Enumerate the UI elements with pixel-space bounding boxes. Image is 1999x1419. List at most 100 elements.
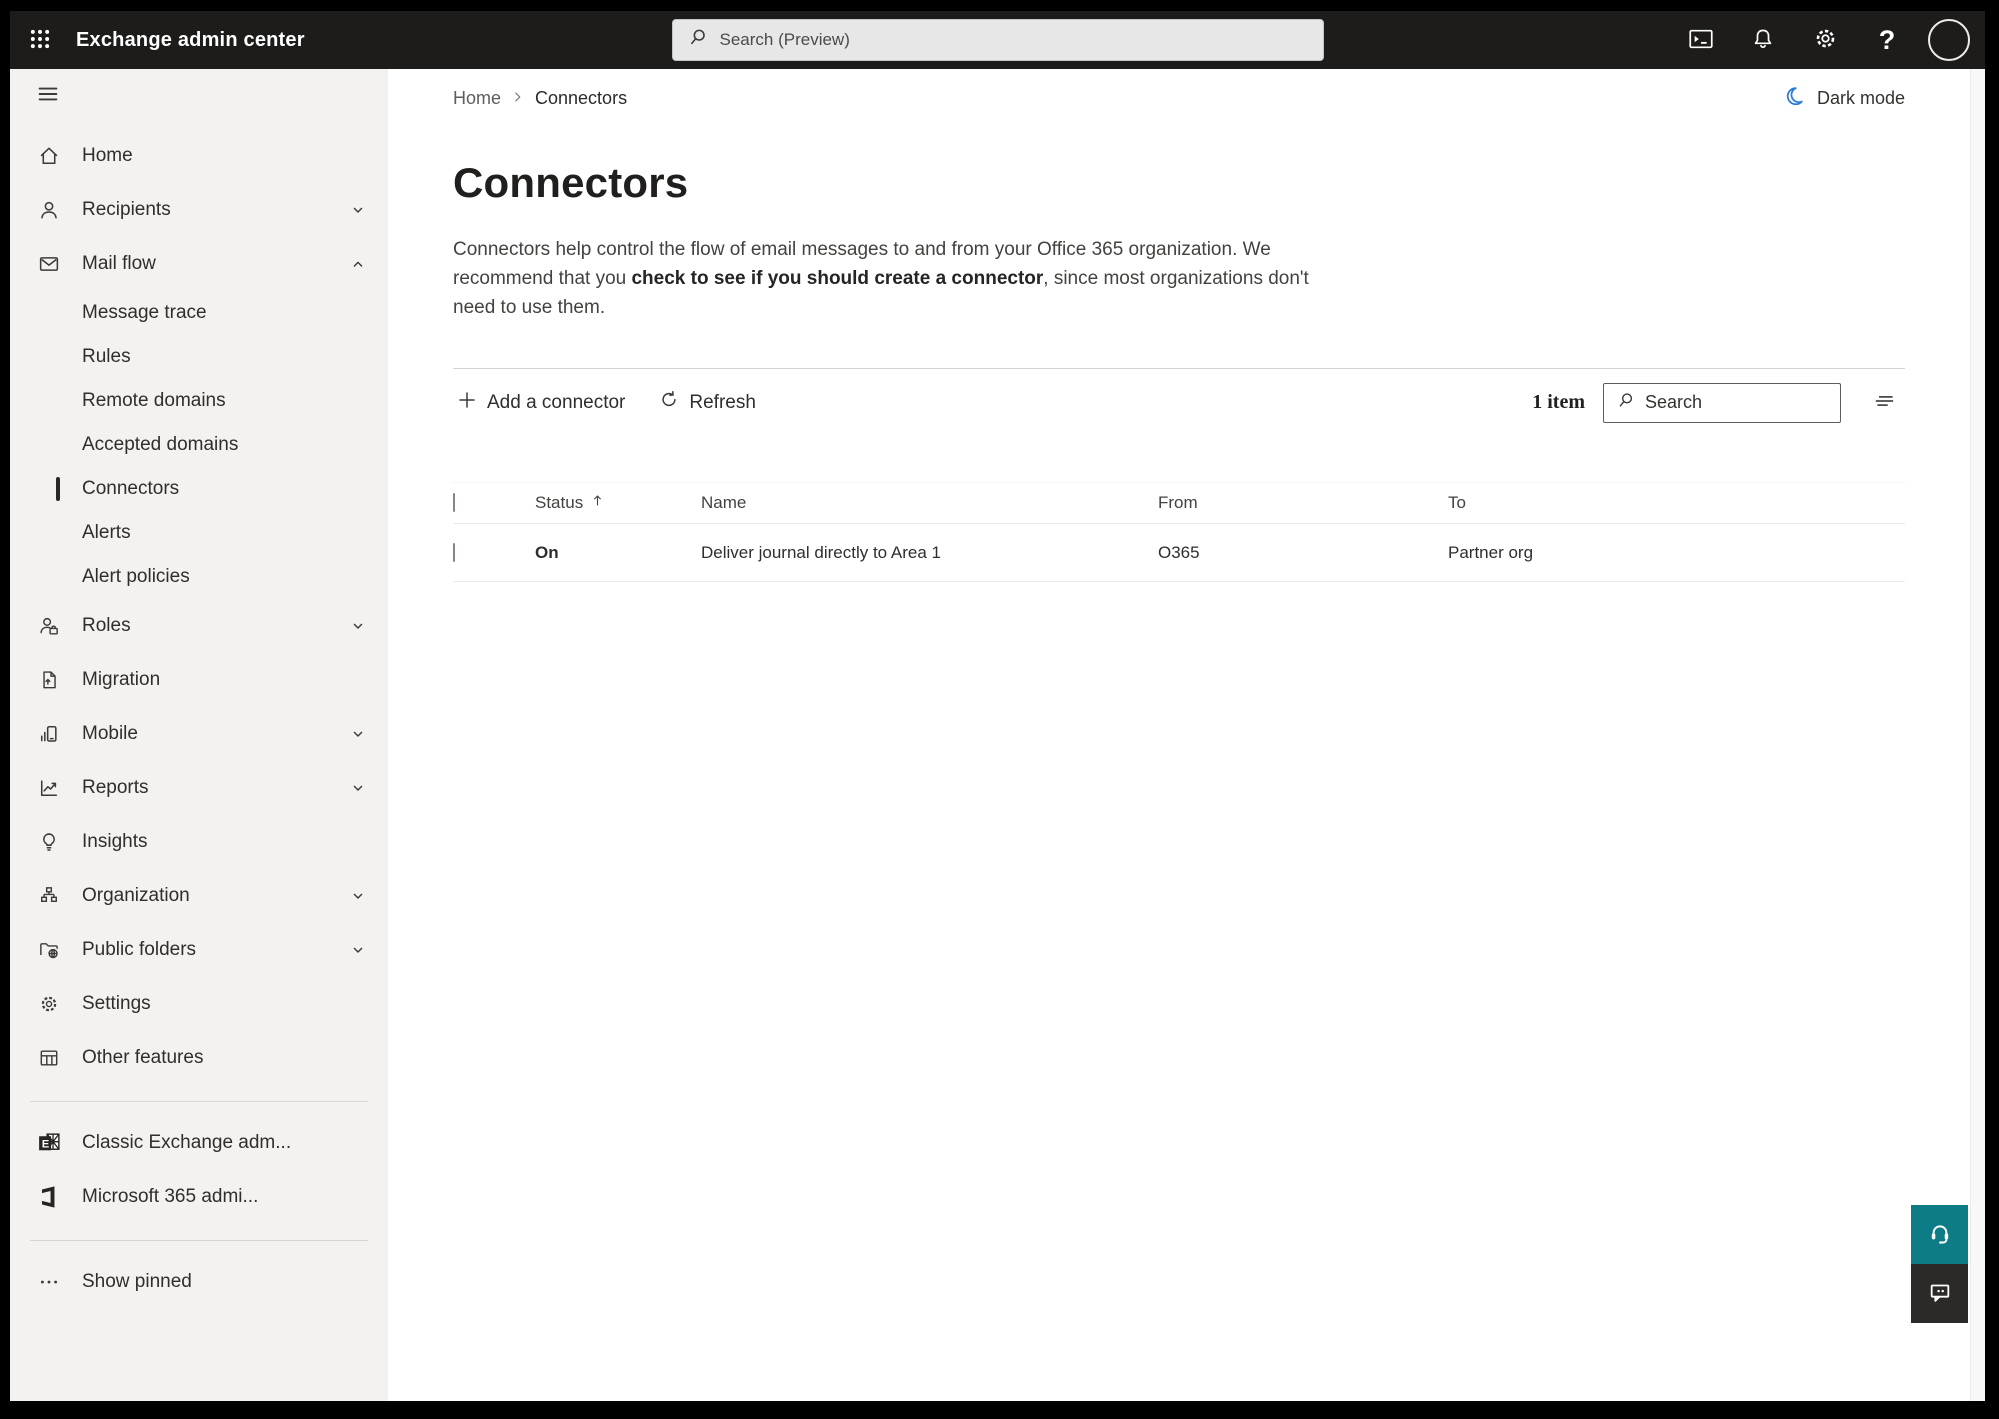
refresh-icon (659, 390, 679, 416)
sidebar-subitem-label: Alert policies (82, 566, 190, 587)
feedback-button[interactable] (1911, 1264, 1968, 1323)
scrollbar[interactable] (1970, 69, 1985, 1401)
global-search-placeholder: Search (Preview) (719, 30, 850, 49)
sidebar-item-mail-flow[interactable]: Mail flow (10, 237, 388, 291)
sidebar-item-organization[interactable]: Organization (10, 869, 388, 923)
column-label: Name (701, 493, 747, 512)
svg-text:E: E (42, 1138, 50, 1150)
list-search-input[interactable]: Search (1603, 382, 1841, 423)
sidebar-item-microsoft-365-admin[interactable]: Microsoft 365 admi... (10, 1170, 388, 1224)
exchange-logo-icon: E (36, 1130, 62, 1156)
chevron-right-icon (511, 88, 525, 109)
notifications-button[interactable] (1737, 16, 1789, 64)
sidebar-item-public-folders[interactable]: Public folders (10, 923, 388, 977)
help-button[interactable]: ? (1861, 16, 1913, 64)
sidebar-item-insights[interactable]: Insights (10, 815, 388, 869)
chevron-up-icon (348, 254, 368, 274)
question-icon: ? (1878, 24, 1896, 55)
sidebar-item-label: Classic Exchange adm... (82, 1132, 292, 1153)
sidebar-item-alert-policies[interactable]: Alert policies (10, 555, 388, 599)
table-row[interactable]: On Deliver journal directly to Area 1 O3… (453, 524, 1905, 582)
sidebar-item-connectors[interactable]: Connectors (10, 467, 388, 511)
sidebar-item-remote-domains[interactable]: Remote domains (10, 379, 388, 423)
headset-icon (1927, 1220, 1953, 1249)
sidebar-subitem-label: Alerts (82, 522, 131, 543)
nav-collapse-button[interactable] (26, 73, 70, 117)
line-chart-icon (38, 777, 60, 799)
sidebar-item-mobile[interactable]: Mobile (10, 707, 388, 761)
cell-to: Partner org (1448, 542, 1534, 562)
sidebar-item-roles[interactable]: Roles (10, 599, 388, 653)
selected-indicator (56, 477, 60, 501)
column-label: Status (535, 493, 584, 512)
table-header-row: Status Name From To (453, 482, 1905, 524)
sidebar-item-label: Settings (82, 993, 151, 1014)
person-icon (38, 199, 60, 221)
home-icon (38, 145, 60, 167)
sidebar-item-label: Reports (82, 777, 149, 798)
column-header-from[interactable]: From (1142, 493, 1432, 513)
sidebar-subitem-label: Accepted domains (82, 434, 239, 455)
document-arrow-icon (38, 669, 60, 691)
sidebar-item-recipients[interactable]: Recipients (10, 183, 388, 237)
list-toolbar: Add a connector Refresh 1 item Search (453, 368, 1905, 426)
gear-icon (38, 993, 60, 1015)
lightbulb-icon (38, 831, 60, 853)
app-launcher-button[interactable] (16, 16, 64, 64)
topbar: Exchange admin center Search (Preview) ? (10, 11, 1985, 69)
account-avatar[interactable] (1923, 16, 1975, 64)
gear-icon (1813, 26, 1838, 54)
toolbar-right: 1 item Search (1532, 382, 1905, 423)
app-title: Exchange admin center (76, 28, 305, 51)
dark-mode-toggle[interactable]: Dark mode (1783, 85, 1905, 112)
ellipsis-icon (38, 1271, 60, 1293)
row-checkbox[interactable] (453, 542, 455, 562)
app-window: Exchange admin center Search (Preview) ?… (10, 11, 1985, 1401)
global-search-input[interactable]: Search (Preview) (671, 19, 1324, 61)
sidebar-subitem-label: Rules (82, 346, 131, 367)
sidebar-item-reports[interactable]: Reports (10, 761, 388, 815)
column-header-to[interactable]: To (1432, 493, 1905, 513)
sidebar-item-rules[interactable]: Rules (10, 335, 388, 379)
column-header-status[interactable]: Status (519, 493, 685, 513)
cell-status: On (535, 542, 559, 562)
search-icon (1616, 391, 1635, 415)
chat-bubble-icon (1927, 1279, 1953, 1308)
sidebar-item-label: Roles (82, 615, 131, 636)
breadcrumb-home-link[interactable]: Home (453, 88, 501, 109)
floating-buttons (1911, 1205, 1968, 1323)
add-connector-button[interactable]: Add a connector (453, 384, 629, 422)
sidebar-divider (30, 1101, 368, 1102)
sidebar-item-classic-exchange[interactable]: E Classic Exchange adm... (10, 1116, 388, 1170)
org-chart-icon (38, 885, 60, 907)
sidebar-item-accepted-domains[interactable]: Accepted domains (10, 423, 388, 467)
add-connector-label: Add a connector (487, 391, 626, 413)
sidebar-item-alerts[interactable]: Alerts (10, 511, 388, 555)
column-header-name[interactable]: Name (685, 493, 1142, 513)
sidebar-item-home[interactable]: Home (10, 129, 388, 183)
person-badge-icon (38, 615, 60, 637)
folder-globe-icon (38, 939, 60, 961)
filter-button[interactable] (1865, 383, 1905, 423)
chevron-down-icon (348, 940, 368, 960)
sidebar-item-other-features[interactable]: Other features (10, 1031, 388, 1085)
chevron-down-icon (348, 724, 368, 744)
sidebar-item-settings[interactable]: Settings (10, 977, 388, 1031)
nav-list: Home Recipients Mail flow Message trace … (10, 129, 388, 1309)
cloud-shell-button[interactable] (1675, 16, 1727, 64)
sidebar-item-migration[interactable]: Migration (10, 653, 388, 707)
sidebar-item-message-trace[interactable]: Message trace (10, 291, 388, 335)
microsoft-365-logo-icon (36, 1184, 62, 1210)
settings-button[interactable] (1799, 16, 1851, 64)
sidebar-item-label: Migration (82, 669, 161, 690)
waffle-icon (29, 28, 51, 53)
breadcrumb-current: Connectors (535, 87, 628, 108)
support-button[interactable] (1911, 1205, 1968, 1264)
select-all-checkbox[interactable] (453, 493, 455, 512)
sidebar-item-show-pinned[interactable]: Show pinned (10, 1255, 388, 1309)
refresh-button[interactable]: Refresh (655, 384, 760, 422)
topbar-actions: ? (1675, 16, 1975, 64)
sidebar-item-label: Home (82, 145, 133, 166)
refresh-label: Refresh (689, 391, 756, 413)
filter-icon (1872, 389, 1898, 416)
